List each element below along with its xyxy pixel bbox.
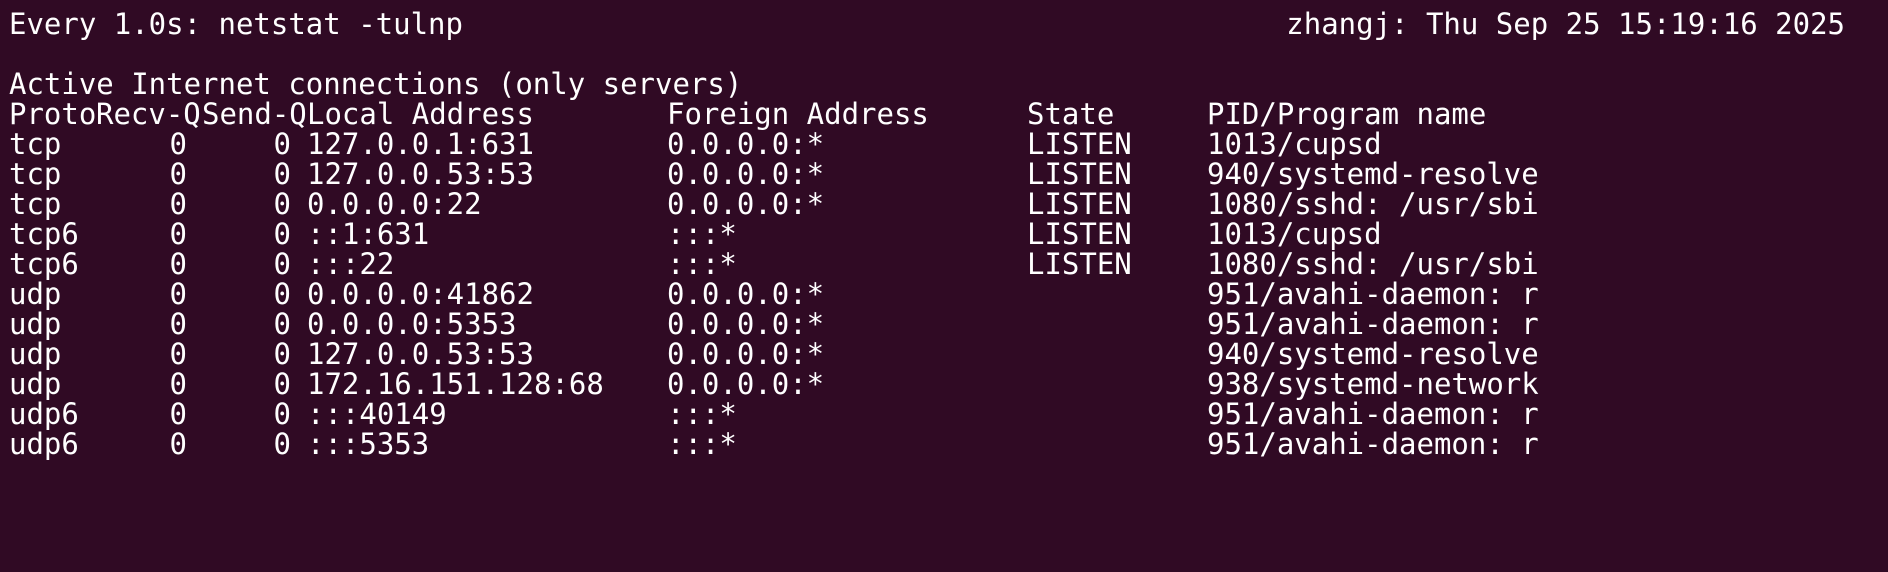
terminal-window[interactable]: Every 1.0s: netstat -tulnp zhangj: Thu S… (0, 0, 1888, 572)
cell-local: :::5353 (307, 427, 430, 461)
cell-sendq: 0 (273, 427, 291, 461)
cell-recvq: 0 (169, 427, 187, 461)
cell-state: LISTEN (1027, 247, 1132, 281)
cell-program: 951/avahi-daemon: r (1207, 427, 1539, 461)
column-header-sendq: Send-Q (202, 97, 307, 131)
cell-proto: udp6 (9, 427, 79, 461)
cell-foreign: :::* (667, 427, 737, 461)
watch-header-command: Every 1.0s: netstat -tulnp (9, 7, 463, 41)
watch-header-host-time: zhangj: Thu Sep 25 15:19:16 2025 (1286, 7, 1845, 41)
